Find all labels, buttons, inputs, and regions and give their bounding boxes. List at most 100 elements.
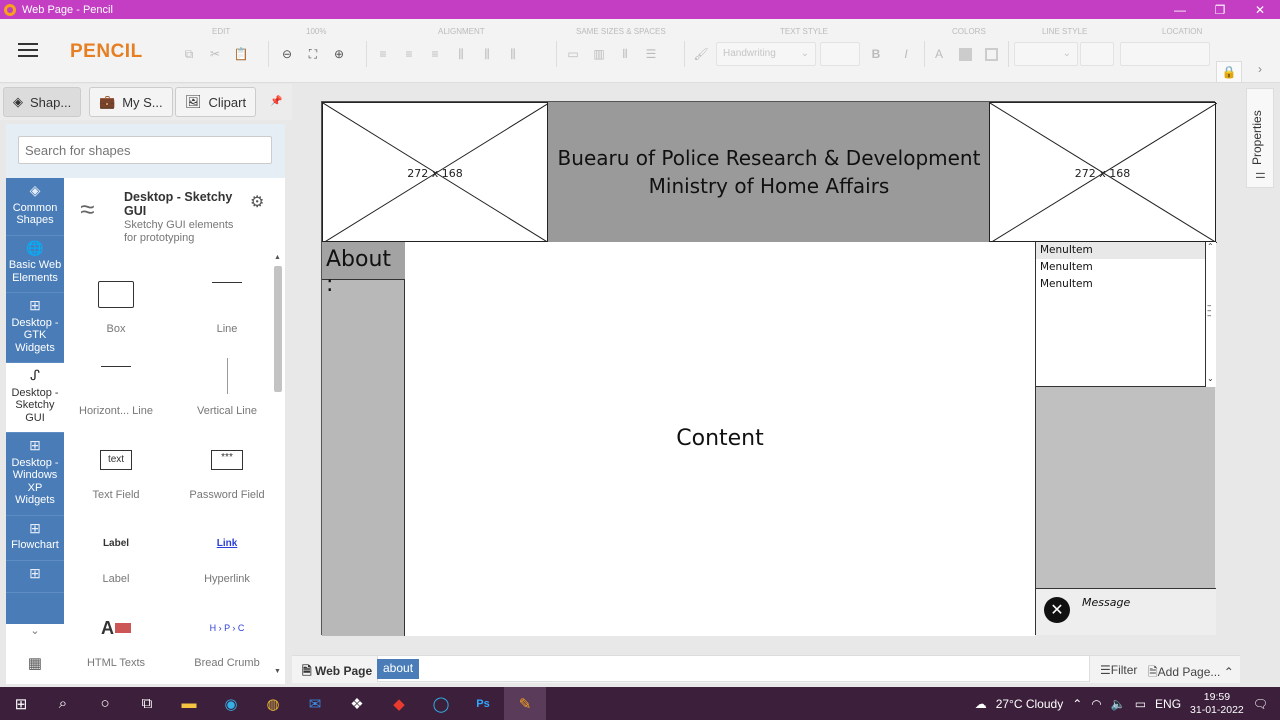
collection-flowchart[interactable]: ⊞ Flowchart: [6, 516, 64, 561]
clock[interactable]: 19:59 31-01-2022: [1190, 691, 1244, 717]
tab-my-shapes[interactable]: 💼 My S...: [89, 87, 173, 117]
speaker-icon[interactable]: 🔈: [1111, 697, 1126, 711]
close-icon[interactable]: ✕: [1044, 597, 1070, 623]
image-placeholder-right[interactable]: 272 x 168: [989, 102, 1217, 243]
page-name[interactable]: 🗎 Web Page: [302, 662, 372, 683]
add-page-button[interactable]: 🗎Add Page... ⌃: [1148, 663, 1234, 684]
scroll-down-icon[interactable]: ⌄: [1207, 374, 1214, 383]
align-bottom-icon[interactable]: ⫼: [502, 43, 524, 65]
red-app-icon[interactable]: ◆: [378, 687, 420, 720]
fit-screen-icon[interactable]: ⛶: [302, 43, 324, 65]
zoom-out-icon[interactable]: ⊖: [276, 43, 298, 65]
line-width-field[interactable]: [1080, 42, 1114, 66]
gear-icon[interactable]: ⚙: [250, 192, 264, 212]
about-label[interactable]: About :: [322, 242, 405, 297]
fill-color-icon[interactable]: [954, 43, 976, 65]
dropbox-icon[interactable]: ❖: [336, 687, 378, 720]
filter-button[interactable]: ☰Filter: [1100, 663, 1137, 677]
format-painter-icon[interactable]: 🖌: [690, 43, 712, 65]
font-family-select[interactable]: Handwriting ⌄: [716, 42, 816, 66]
chrome-icon[interactable]: ◍: [252, 687, 294, 720]
collection-sketchy-gui[interactable]: ᔑ Desktop - Sketchy GUI: [6, 363, 64, 433]
h-spacing-icon[interactable]: ⫴: [614, 43, 636, 65]
v-spacing-icon[interactable]: ☰: [640, 43, 662, 65]
menu-item[interactable]: MenuItem: [1036, 242, 1216, 259]
image-placeholder-left[interactable]: 272 x 168: [322, 102, 549, 243]
shape-box[interactable]: Box: [66, 264, 166, 335]
menu-icon[interactable]: [18, 43, 38, 57]
task-view-icon[interactable]: ⧉: [126, 687, 168, 720]
apps-grid-icon[interactable]: ▦: [6, 654, 64, 684]
copy-icon[interactable]: ⧉: [178, 43, 200, 65]
cortana-icon[interactable]: ○: [84, 687, 126, 720]
shape-html-texts[interactable]: A HTML Texts: [66, 598, 166, 669]
page-tab-about[interactable]: about: [377, 659, 420, 679]
message-box[interactable]: ✕ Message: [1036, 588, 1216, 635]
collection-gtk[interactable]: ⊞ Desktop - GTK Widgets: [6, 293, 64, 363]
collection-winxp[interactable]: ⊞ Desktop - Windows XP Widgets: [6, 433, 64, 516]
font-color-button[interactable]: A: [928, 43, 950, 65]
header-band[interactable]: Buearu of Police Research & Development …: [548, 102, 990, 242]
chevron-up-icon[interactable]: ⌃: [1072, 697, 1082, 711]
align-right-icon[interactable]: ≡: [424, 43, 446, 65]
language-indicator[interactable]: ENG: [1155, 697, 1181, 711]
left-column[interactable]: [322, 242, 405, 636]
chevron-down-icon[interactable]: ⌄: [6, 624, 64, 644]
drawing-page[interactable]: 272 x 168 Buearu of Police Research & De…: [321, 101, 1217, 636]
shape-password-field[interactable]: *** Password Field: [177, 430, 272, 501]
align-top-icon[interactable]: ⫼: [450, 43, 472, 65]
wifi-icon[interactable]: ◠: [1091, 697, 1101, 711]
shape-line[interactable]: Line: [177, 264, 272, 335]
location-field[interactable]: [1120, 42, 1210, 66]
tab-clipart[interactable]: 🖼 Clipart: [175, 87, 257, 117]
pencil-taskbar-icon[interactable]: ✎: [504, 687, 546, 720]
photoshop-icon[interactable]: Ps: [462, 687, 504, 720]
line-style-select[interactable]: ⌄: [1014, 42, 1078, 66]
edge-icon[interactable]: ◉: [210, 687, 252, 720]
shape-vertical-line[interactable]: Vertical Line: [177, 346, 272, 417]
italic-button[interactable]: I: [895, 43, 917, 65]
collection-common-shapes[interactable]: ◈ Common Shapes: [6, 178, 64, 236]
collection-more[interactable]: ⊞: [6, 561, 64, 593]
file-explorer-icon[interactable]: ▬: [168, 687, 210, 720]
content-area[interactable]: Content: [405, 242, 1035, 636]
lock-icon[interactable]: 🔒: [1216, 61, 1242, 83]
collection-basic-web[interactable]: 🌐 Basic Web Elements: [6, 236, 64, 293]
battery-icon[interactable]: ▭: [1135, 697, 1146, 711]
shape-breadcrumb[interactable]: H › P › C Bread Crumb: [177, 598, 272, 669]
weather-text[interactable]: 27°C Cloudy: [996, 697, 1064, 711]
paste-icon[interactable]: 📋: [230, 43, 252, 65]
chevron-right-icon[interactable]: ›: [1258, 62, 1262, 76]
start-icon[interactable]: ⊞: [0, 687, 42, 720]
shape-horizontal-line[interactable]: Horizont... Line: [66, 346, 166, 417]
shape-label[interactable]: Label Label: [66, 514, 166, 585]
align-middle-icon[interactable]: ⫼: [476, 43, 498, 65]
shapes-scrollbar[interactable]: ▲ ▼: [272, 254, 284, 678]
close-window-button[interactable]: ✕: [1240, 3, 1280, 17]
right-column[interactable]: MenuItem MenuItem MenuItem ⌃ – – – ⌄ ✕ Mes…: [1035, 242, 1216, 635]
shape-hyperlink[interactable]: Link Hyperlink: [177, 514, 272, 585]
same-height-icon[interactable]: ▥: [588, 43, 610, 65]
scroll-up-icon[interactable]: ⌃: [1207, 242, 1214, 251]
menu-scrollbar[interactable]: ⌃ – – – ⌄: [1205, 242, 1216, 387]
scrollbar-thumb[interactable]: [274, 266, 282, 392]
shape-text-field[interactable]: text Text Field: [66, 430, 166, 501]
search-input[interactable]: [18, 136, 272, 164]
stroke-color-icon[interactable]: [980, 43, 1002, 65]
align-center-icon[interactable]: ≡: [398, 43, 420, 65]
scroll-down-icon[interactable]: ▼: [274, 668, 281, 675]
notifications-icon[interactable]: 🗨: [1253, 697, 1268, 711]
maximize-button[interactable]: ❐: [1200, 3, 1240, 17]
menu-item[interactable]: MenuItem: [1036, 259, 1216, 276]
same-width-icon[interactable]: ▭: [562, 43, 584, 65]
menu-item[interactable]: MenuItem: [1036, 276, 1216, 293]
align-left-icon[interactable]: ≡: [372, 43, 394, 65]
cut-icon[interactable]: ✂: [204, 43, 226, 65]
search-icon[interactable]: ⌕: [42, 687, 84, 720]
ring-app-icon[interactable]: ◯: [420, 687, 462, 720]
scroll-up-icon[interactable]: ▲: [274, 254, 281, 261]
menu-list[interactable]: MenuItem MenuItem MenuItem ⌃ – – – ⌄: [1036, 242, 1216, 387]
tab-shapes[interactable]: ◈ Shap...: [3, 87, 82, 117]
mail-icon[interactable]: ✉: [294, 687, 336, 720]
zoom-in-icon[interactable]: ⊕: [328, 43, 350, 65]
